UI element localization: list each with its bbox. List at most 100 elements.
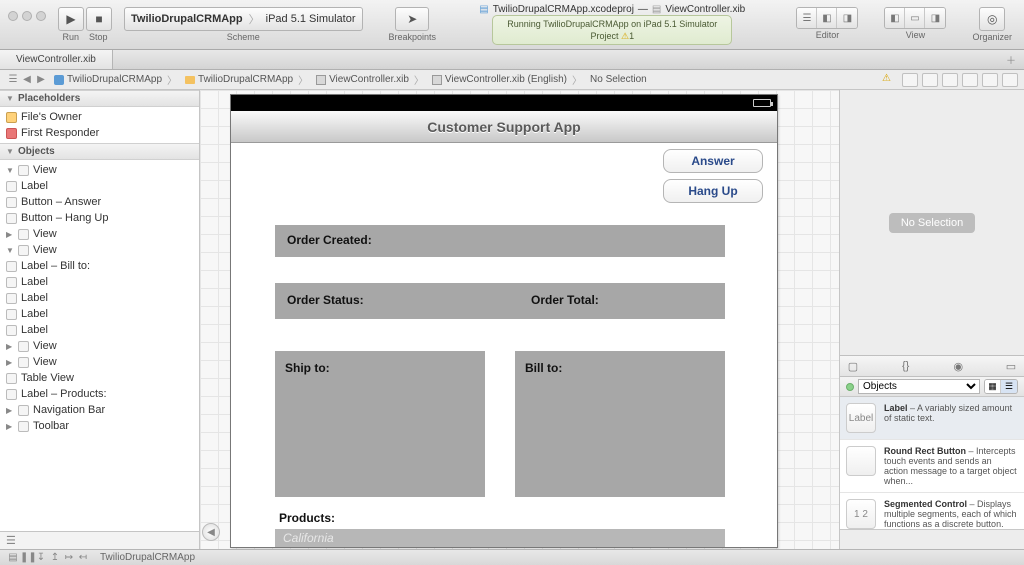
answer-button[interactable]: Answer — [663, 149, 763, 173]
hangup-button[interactable]: Hang Up — [663, 179, 763, 203]
outline-label-d[interactable]: Label — [0, 322, 199, 338]
label-order-created[interactable]: Order Created: — [287, 233, 372, 247]
forward-icon[interactable]: ▶ — [34, 74, 48, 85]
related-icon[interactable]: ☰ — [6, 74, 20, 85]
scheme-selector[interactable]: TwilioDrupalCRMApp 〉 iPad 5.1 Simulator — [124, 7, 363, 31]
path-tool-2[interactable] — [922, 73, 938, 87]
outline-label-products[interactable]: Label – Products: — [0, 386, 199, 402]
label-products[interactable]: Products: — [279, 511, 335, 525]
outline-view-3[interactable]: ▶View — [0, 338, 199, 354]
library-search-bar[interactable] — [840, 529, 1024, 549]
status-running-text: Running TwilioDrupalCRMApp on iPad 5.1 S… — [501, 18, 723, 30]
label-order-status[interactable]: Order Status: — [287, 293, 364, 307]
label-order-total[interactable]: Order Total: — [531, 293, 599, 307]
jump-bar: ☰◀▶ TwilioDrupalCRMApp〉 TwilioDrupalCRMA… — [0, 70, 1024, 90]
library-dot-icon — [846, 383, 854, 391]
path-right-warn: ⚠ — [882, 73, 1024, 87]
crumb-xib-lang[interactable]: ViewController.xib (English)〉 — [432, 72, 584, 87]
lib-thumb-label: Label — [846, 403, 876, 433]
objects-header: ▼Objects — [0, 143, 199, 160]
outline-button-hangup[interactable]: Button – Hang Up — [0, 210, 199, 226]
utilities-panel: No Selection ▢ {} ◉ ▭ Objects ▦☰ Label L… — [840, 90, 1024, 549]
path-tool-6[interactable] — [1002, 73, 1018, 87]
view-panes-segment[interactable]: ◧▭◨ — [884, 7, 946, 29]
outline-label-c[interactable]: Label — [0, 306, 199, 322]
device-view[interactable]: Customer Support App Answer Hang Up Orde… — [230, 94, 778, 548]
device-body: Answer Hang Up Order Created: Order Stat… — [231, 143, 777, 547]
path-tool-1[interactable] — [902, 73, 918, 87]
warning-icon: ⚠ — [882, 73, 898, 87]
scheme-label: Scheme — [227, 32, 260, 42]
stop-button[interactable]: ■ — [86, 7, 112, 31]
status-xib-file: ViewController.xib — [665, 4, 745, 15]
filter-icon[interactable]: ☰ — [6, 534, 16, 547]
file-template-icon[interactable]: ▢ — [846, 360, 860, 373]
run-stop-group: ▶ ■ Run Stop — [58, 7, 112, 42]
object-library-icon[interactable]: ◉ — [951, 360, 965, 373]
outline-view-4[interactable]: ▶View — [0, 354, 199, 370]
status-warn-count: 1 — [629, 31, 634, 41]
lib-thumb-button — [846, 446, 876, 476]
document-outline: ▼Placeholders File's Owner First Respond… — [0, 90, 200, 549]
scheme-destination: iPad 5.1 Simulator — [266, 13, 356, 25]
editor-tab-viewcontroller[interactable]: ViewController.xib — [0, 50, 113, 69]
path-tool-5[interactable] — [982, 73, 998, 87]
add-tab-button[interactable]: ＋ — [998, 52, 1024, 67]
outline-view-1[interactable]: ▶View — [0, 226, 199, 242]
crumb-project[interactable]: TwilioDrupalCRMApp〉 — [54, 72, 179, 87]
outline-tableview[interactable]: Table View — [0, 370, 199, 386]
lib-title-label: Label — [884, 403, 908, 413]
stop-label: Stop — [89, 32, 108, 42]
tableview-placeholder[interactable]: California — [275, 529, 725, 547]
back-icon[interactable]: ◀ — [20, 74, 34, 85]
outline-label[interactable]: Label — [0, 178, 199, 194]
crumb-folder[interactable]: TwilioDrupalCRMApp〉 — [185, 72, 310, 87]
library-view-segment[interactable]: ▦☰ — [984, 379, 1018, 394]
outline-button-answer[interactable]: Button – Answer — [0, 194, 199, 210]
breakpoints-group: ➤ Breakpoints — [389, 7, 437, 42]
right-toolbar: ☰◧◨ Editor ◧▭◨ View ◎ Organizer — [790, 7, 1018, 42]
library-item-segmented-control[interactable]: 1 2 Segmented Control – Displays multipl… — [840, 493, 1024, 529]
first-responder-icon — [6, 128, 17, 139]
main-toolbar: ▶ ■ Run Stop TwilioDrupalCRMApp 〉 iPad 5… — [0, 0, 1024, 50]
crumb-selection[interactable]: No Selection — [590, 74, 647, 85]
view-label: View — [906, 30, 925, 40]
outline-toolbar[interactable]: ▶Toolbar — [0, 418, 199, 434]
placeholder-first-responder[interactable]: First Responder — [0, 125, 199, 141]
placeholder-files-owner[interactable]: File's Owner — [0, 109, 199, 125]
placeholders-header: ▼Placeholders — [0, 90, 199, 107]
library-item-label[interactable]: Label Label – A variably sized amount of… — [840, 397, 1024, 440]
path-tool-4[interactable] — [962, 73, 978, 87]
outline-view-root[interactable]: ▼View — [0, 162, 199, 178]
library-tab-icons[interactable]: ▢ {} ◉ ▭ — [840, 355, 1024, 377]
outline-collapse-handle[interactable]: ◀ — [202, 523, 220, 541]
organizer-button[interactable]: ◎ — [979, 7, 1005, 31]
ib-canvas[interactable]: Customer Support App Answer Hang Up Orde… — [200, 90, 840, 549]
code-snippet-icon[interactable]: {} — [899, 360, 913, 372]
files-owner-icon — [6, 112, 17, 123]
label-ship-to[interactable]: Ship to: — [285, 361, 330, 375]
outline-label-billto[interactable]: Label – Bill to: — [0, 258, 199, 274]
label-bill-to[interactable]: Bill to: — [525, 361, 562, 375]
crumb-xib[interactable]: ViewController.xib〉 — [316, 72, 426, 87]
media-library-icon[interactable]: ▭ — [1004, 360, 1018, 373]
editor-mode-segment[interactable]: ☰◧◨ — [796, 7, 858, 29]
lib-title-button: Round Rect Button — [884, 446, 966, 456]
outline-navbar[interactable]: ▶Navigation Bar — [0, 402, 199, 418]
breakpoints-button[interactable]: ➤ — [395, 7, 429, 31]
xib-icon — [316, 75, 326, 85]
outline-label-b[interactable]: Label — [0, 290, 199, 306]
outline-label-a[interactable]: Label — [0, 274, 199, 290]
library-header: Objects ▦☰ — [840, 377, 1024, 397]
outline-view-2[interactable]: ▼View — [0, 242, 199, 258]
library-item-round-rect-button[interactable]: Round Rect Button – Intercepts touch eve… — [840, 440, 1024, 493]
library-filter-select[interactable]: Objects — [858, 379, 980, 394]
path-tool-3[interactable] — [942, 73, 958, 87]
editor-label: Editor — [816, 30, 840, 40]
window-traffic-lights[interactable] — [6, 11, 52, 39]
xib-icon — [432, 75, 442, 85]
run-button[interactable]: ▶ — [58, 7, 84, 31]
debug-icons[interactable]: ▤❚❚↧↥↦↤ — [6, 552, 90, 563]
library-list[interactable]: Label Label – A variably sized amount of… — [840, 397, 1024, 529]
jump-nav-buttons[interactable]: ☰◀▶ — [6, 74, 48, 85]
